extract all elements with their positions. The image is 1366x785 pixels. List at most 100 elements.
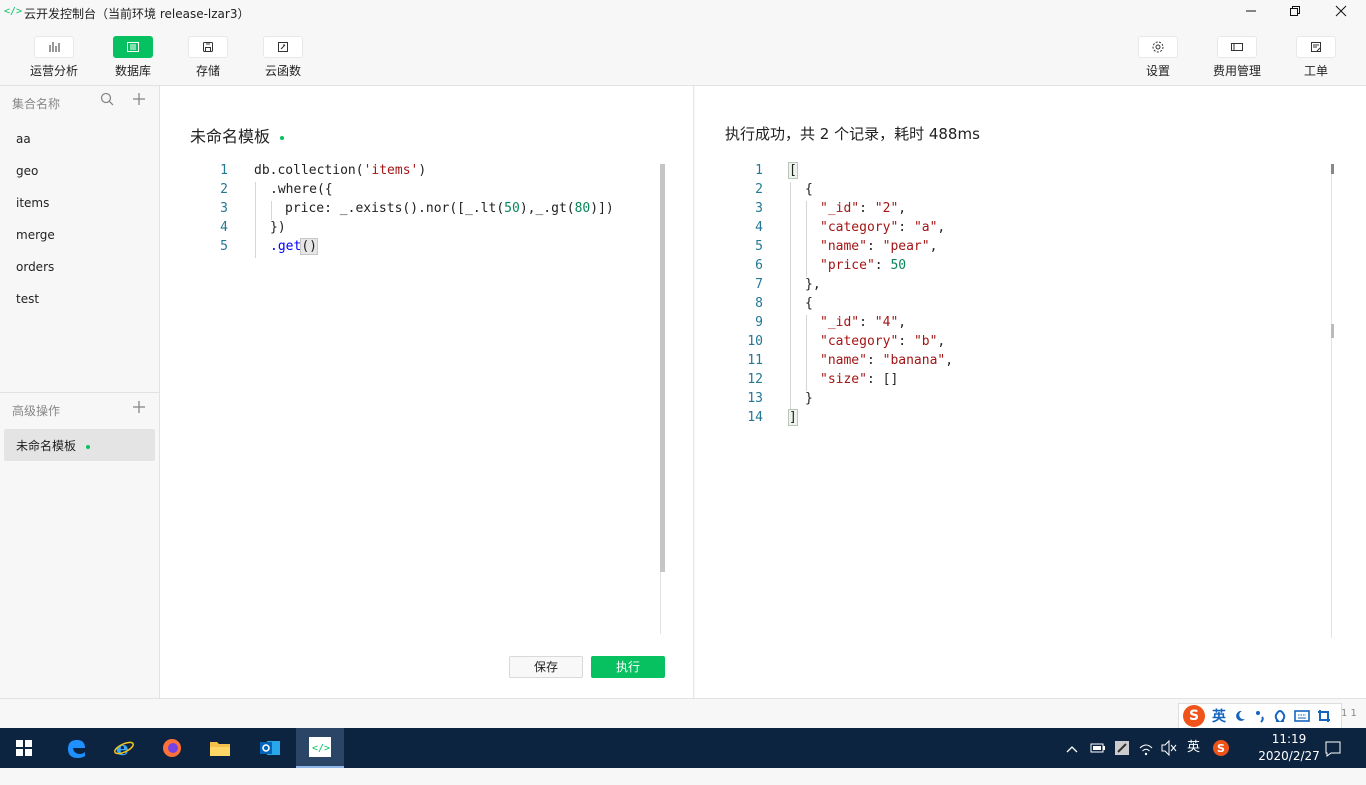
tool-settings[interactable]: 设置 — [1130, 36, 1186, 79]
tool-label: 运营分析 — [29, 64, 78, 78]
line-number: 10 — [747, 334, 763, 349]
tray-volume[interactable] — [1160, 728, 1178, 768]
json-colon: : — [898, 334, 914, 349]
taskbar-edge[interactable] — [52, 728, 100, 768]
unsaved-dot — [280, 135, 285, 140]
sidebar-item-geo[interactable]: geo — [16, 164, 38, 178]
code-token: price: _.exists().nor([_.lt( — [285, 201, 505, 216]
sidebar-item-items[interactable]: items — [16, 196, 49, 210]
maximize-button[interactable] — [1284, 4, 1306, 24]
taskbar-outlook[interactable] — [246, 728, 294, 768]
windows-icon — [16, 740, 32, 756]
tool-cloud-function[interactable]: 云函数 — [255, 36, 311, 79]
template-label: 未命名模板 — [16, 437, 91, 454]
firefox-icon — [163, 739, 181, 757]
sogou-logo[interactable]: S — [1183, 705, 1205, 727]
json-key: "category" — [820, 220, 899, 235]
json-key: "_id" — [820, 201, 860, 216]
start-button[interactable] — [0, 728, 48, 768]
sidebar: 集合名称 aa geo items merge orders test 高级操作… — [0, 86, 160, 698]
result-pane: 执行成功，共 2 个记录，耗时 488ms 1 2 3 4 5 6 7 8 9 … — [695, 86, 1366, 698]
tray-sogou[interactable]: S — [1212, 728, 1230, 768]
tool-label: 存储 — [195, 64, 220, 78]
json-line: "category": "b", — [820, 334, 945, 349]
code-number: 80 — [574, 201, 591, 216]
tray-chevron[interactable] — [1066, 728, 1078, 768]
add-collection-button[interactable] — [132, 92, 146, 110]
indent-guide — [806, 315, 807, 391]
tray-app[interactable] — [1114, 728, 1130, 768]
json-value: "2" — [874, 201, 899, 216]
omega-icon[interactable] — [1273, 709, 1287, 723]
editor-title-text: 未命名模板 — [190, 127, 271, 146]
json-comma: , — [929, 239, 938, 254]
status-bar — [0, 698, 1366, 728]
code-token: ),_.gt( — [519, 201, 575, 216]
json-colon: : — [859, 201, 875, 216]
search-button[interactable] — [100, 92, 114, 110]
add-template-button[interactable] — [132, 400, 146, 418]
minimize-button[interactable] — [1240, 4, 1262, 24]
run-button[interactable]: 执行 — [591, 656, 665, 678]
taskbar-devtools[interactable]: </> — [296, 728, 344, 768]
close-button[interactable] — [1330, 4, 1352, 24]
moon-icon[interactable] — [1233, 709, 1247, 723]
line-number: 4 — [755, 220, 763, 235]
ime-toolbar[interactable]: S 英 — [1178, 703, 1342, 729]
plus-icon — [133, 93, 145, 105]
line-number: 7 — [755, 277, 763, 292]
line-number: 2 — [755, 182, 763, 197]
json-key: "size" — [820, 372, 867, 387]
keyboard-icon[interactable] — [1294, 709, 1310, 723]
result-scroll-track[interactable] — [1331, 164, 1332, 638]
taskbar-explorer[interactable] — [196, 728, 244, 768]
tray-battery[interactable] — [1090, 728, 1106, 768]
tool-label: 数据库 — [114, 64, 151, 78]
save-button[interactable]: 保存 — [509, 656, 583, 678]
svg-text:S: S — [1217, 742, 1225, 755]
crop-icon[interactable] — [1317, 709, 1331, 723]
tray-clock[interactable]: 11:19 2020/2/27 — [1254, 731, 1324, 765]
json-line: "_id": "4", — [820, 315, 906, 330]
json-comma: , — [898, 315, 907, 330]
sidebar-item-aa[interactable]: aa — [16, 132, 31, 146]
taskbar-firefox[interactable] — [148, 728, 196, 768]
json-colon: : — [859, 315, 875, 330]
wechat-devtools-icon: </> — [309, 737, 331, 757]
tool-label: 工单 — [1303, 64, 1328, 78]
json-value: [] — [882, 372, 899, 387]
line-number: 11 — [747, 353, 763, 368]
ime-lang[interactable]: 英 — [1212, 706, 1226, 726]
cloud-function-icon — [278, 42, 288, 52]
punctuation-icon[interactable] — [1254, 709, 1266, 723]
tray-wifi[interactable] — [1138, 728, 1154, 768]
tool-analytics[interactable]: 运营分析 — [26, 36, 82, 79]
sidebar-item-orders[interactable]: orders — [16, 260, 54, 274]
line-number: 5 — [220, 239, 228, 254]
taskbar: e </> 英 S 11:19 2020/2/27 — [0, 728, 1366, 768]
json-colon: : — [898, 220, 914, 235]
tool-database[interactable]: 数据库 — [105, 36, 161, 79]
json-line: { — [805, 296, 813, 311]
edge-icon — [68, 740, 85, 758]
tray-app-icon — [1115, 741, 1129, 755]
tool-storage[interactable]: 存储 — [180, 36, 236, 79]
sidebar-item-template[interactable]: 未命名模板 — [4, 429, 155, 461]
window-title: 云开发控制台（当前环境 release-lzar3） — [24, 7, 250, 21]
editor-title: 未命名模板 — [190, 123, 285, 147]
code-line: }) — [270, 220, 286, 235]
result-title: 执行成功，共 2 个记录，耗时 488ms — [725, 125, 980, 143]
tool-billing[interactable]: 费用管理 — [1209, 36, 1265, 79]
json-line: } — [805, 391, 813, 406]
indent-guide — [790, 182, 791, 410]
taskbar-ie[interactable]: e — [100, 728, 148, 768]
editor-pane: 未命名模板 1 2 3 4 5 db.collection('items') .… — [160, 86, 694, 698]
outlook-icon — [260, 741, 280, 755]
sidebar-item-test[interactable]: test — [16, 292, 39, 306]
clock-date: 2020/2/27 — [1258, 749, 1320, 763]
editor-scrollbar[interactable] — [660, 164, 665, 572]
sidebar-item-merge[interactable]: merge — [16, 228, 55, 242]
notification-button[interactable] — [1324, 728, 1342, 768]
tool-ticket[interactable]: 工单 — [1288, 36, 1344, 79]
tray-lang[interactable]: 英 — [1187, 728, 1200, 768]
